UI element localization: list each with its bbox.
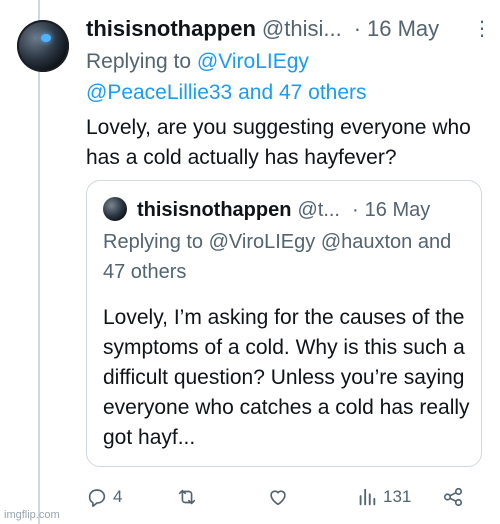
reply-button[interactable]: 4: [86, 482, 122, 512]
thread-line: [38, 0, 40, 524]
action-bar: 4 131: [86, 482, 480, 512]
share-icon: [443, 487, 463, 507]
replying-prefix: Replying to: [86, 50, 192, 73]
reply-count: 4: [113, 487, 123, 506]
views-icon: [359, 488, 376, 506]
like-button[interactable]: [267, 482, 294, 512]
retweet-icon: [178, 489, 196, 505]
quoted-display-name: thisisnothappen: [137, 198, 292, 221]
replying-user-2[interactable]: @PeaceLillie33: [86, 81, 232, 104]
quoted-separator-dot: ·: [351, 198, 359, 221]
quoted-tweet[interactable]: thisisnothappen @t... · 16 May Replying …: [86, 180, 482, 467]
tweet-text: Lovely, are you suggesting everyone who …: [86, 116, 471, 169]
quoted-replying-to: Replying to @ViroLIEgy @hauxton and 47 o…: [103, 231, 452, 283]
share-button[interactable]: [442, 482, 464, 512]
replying-user-1[interactable]: @ViroLIEgy: [197, 50, 309, 73]
quoted-date: 16 May: [364, 198, 431, 221]
separator-dot: ·: [353, 16, 362, 41]
retweet-button[interactable]: [176, 482, 203, 512]
avatar[interactable]: [17, 20, 69, 72]
replying-others[interactable]: and 47 others: [238, 81, 366, 104]
views-button[interactable]: 131: [356, 482, 411, 512]
tweet-date[interactable]: 16 May: [367, 16, 439, 42]
replying-to: Replying to @ViroLIEgy @PeaceLillie33 an…: [86, 46, 486, 108]
avatar-eye-icon: [41, 34, 51, 42]
reply-icon: [88, 489, 106, 507]
quoted-avatar: [103, 197, 127, 221]
more-icon[interactable]: ⋮: [472, 16, 492, 41]
watermark: imgflip.com: [4, 509, 60, 521]
views-count: 131: [383, 487, 412, 506]
heart-icon: [270, 490, 286, 506]
tweet-header: thisisnothappen @thisi... · 16 May ⋮: [86, 14, 492, 44]
quoted-text: Lovely, I’m asking for the causes of the…: [103, 306, 470, 449]
quoted-handle: @t...: [297, 198, 340, 221]
display-name[interactable]: thisisnothappen: [86, 16, 256, 42]
user-handle[interactable]: @thisi...: [262, 16, 342, 42]
quoted-header: thisisnothappen @t... · 16 May: [137, 195, 469, 225]
